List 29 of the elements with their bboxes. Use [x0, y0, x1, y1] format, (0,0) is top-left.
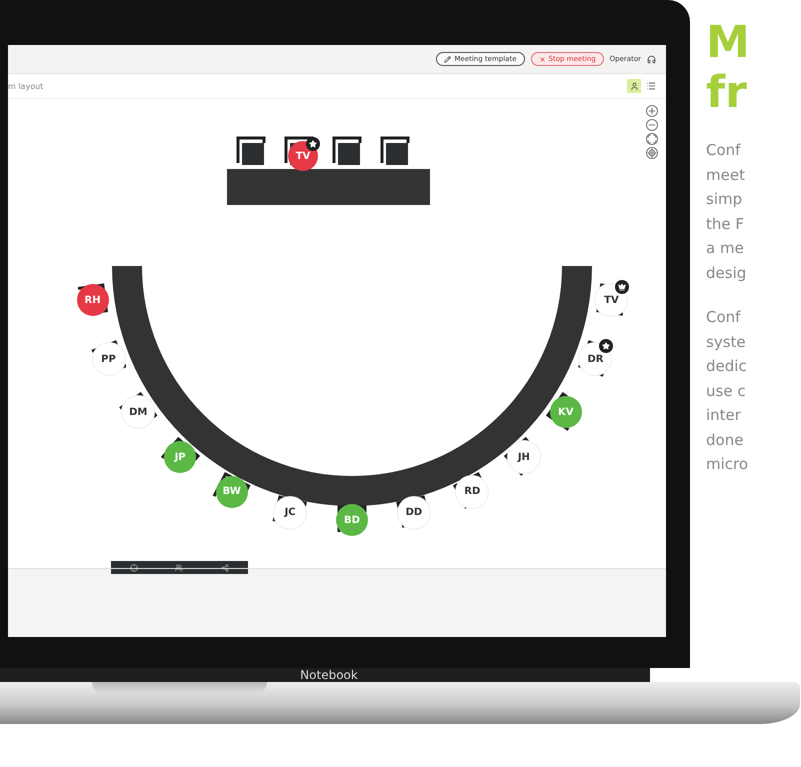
crosshair-icon[interactable]	[130, 564, 138, 572]
attendee-avatar[interactable]: JH	[508, 441, 540, 474]
attendee-avatar[interactable]: DM	[122, 396, 154, 428]
zoom-out-icon[interactable]	[646, 119, 658, 131]
layout-title: m layout	[8, 82, 44, 90]
seat-cushion	[242, 143, 264, 165]
close-icon	[538, 56, 546, 62]
people-icon[interactable]	[175, 564, 184, 572]
laptop-label: Notebook	[300, 668, 358, 682]
chair-icon	[332, 135, 362, 165]
layout-view-button[interactable]	[627, 79, 641, 93]
headphones-icon[interactable]	[647, 54, 656, 64]
seat-cushion	[386, 143, 408, 165]
zoom-in-icon[interactable]	[646, 105, 658, 117]
chair-icon	[236, 135, 266, 165]
seat-cushion	[338, 143, 360, 165]
paragraph: Conf meet simp the F a me desig	[706, 140, 748, 284]
paragraph: Conf syste dedic use c inter done micro	[706, 307, 750, 475]
person-icon	[630, 82, 638, 90]
fit-icon[interactable]	[646, 133, 658, 145]
heading: M fr	[706, 18, 750, 118]
attendee-avatar[interactable]: RD	[456, 476, 488, 508]
chair-icon	[380, 135, 410, 165]
list-icon	[646, 81, 656, 91]
attendee-avatar[interactable]: RH	[76, 284, 109, 316]
network-icon[interactable]	[221, 564, 230, 572]
attendee-avatar[interactable]: PP	[92, 343, 124, 376]
pencil-icon	[444, 56, 452, 62]
center-icon[interactable]	[646, 147, 658, 159]
